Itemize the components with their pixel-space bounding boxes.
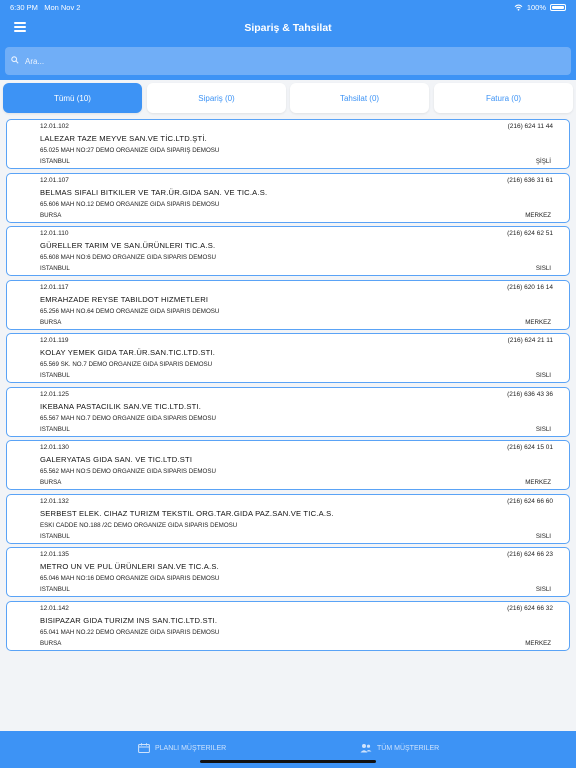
customer-address: 65.025 MAH NO:27 DEMO ORGANIZE GIDA SIPA… (40, 147, 220, 154)
users-icon (360, 744, 372, 753)
customer-code: 12.01.142 (40, 604, 69, 612)
customer-name: SERBEST ELEK. CIHAZ TURIZM TEKSTIL ORG.T… (40, 508, 334, 518)
customer-code: 12.01.102 (40, 123, 69, 130)
app-header: 6:30 PM Mon Nov 2 100% Sipariş & Tahsila… (0, 0, 576, 80)
wifi-icon (514, 4, 523, 11)
all-customers-label: TÜM MÜŞTERILER (377, 744, 440, 752)
tab-invoices[interactable]: Fatura (0) (434, 83, 573, 113)
nav-bar: Sipariş & Tahsilat (0, 14, 576, 42)
customer-code: 12.01.119 (40, 337, 69, 344)
status-time: 6:30 PM (10, 3, 38, 12)
customer-city: ISTANBUL (40, 265, 70, 272)
customer-phone: (216) 636 31 61 (507, 176, 553, 184)
customer-district: SISLI (535, 586, 551, 593)
customer-card[interactable]: 12.01.135 (216) 624 66 23 METRO UN VE PU… (6, 547, 570, 597)
customer-name: GALERYATAS GIDA SAN. VE TIC.LTD.STI (40, 455, 193, 464)
customer-phone: (216) 624 66 32 (507, 604, 553, 612)
customer-code: 12.01.117 (40, 283, 69, 291)
filter-tabs: Tümü (10) Sipariş (0) Tahsilat (0) Fatur… (3, 83, 573, 113)
search-bar[interactable] (5, 47, 571, 75)
customer-card[interactable]: 12.01.119 (216) 624 21 11 KOLAY YEMEK GI… (6, 333, 570, 383)
customer-address: 65.569 SK. NO.7 DEMO ORGANIZE GIDA SIPAR… (40, 361, 213, 368)
customer-phone: (216) 624 66 23 (507, 551, 553, 558)
customer-code: 12.01.110 (40, 230, 69, 237)
home-indicator (200, 760, 376, 763)
customer-city: ISTANBUL (40, 425, 70, 433)
search-icon (11, 56, 19, 64)
customer-district: SISLI (535, 425, 551, 433)
customer-card[interactable]: 12.01.130 (216) 624 15 01 GALERYATAS GID… (6, 440, 570, 490)
all-customers-button[interactable]: TÜM MÜŞTERILER (360, 741, 439, 755)
page-title: Sipariş & Tahsilat (244, 22, 332, 34)
customer-city: BURSA (40, 318, 62, 326)
customer-name: EMRAHZADE REYSE TABILDOT HIZMETLERI (40, 294, 209, 304)
search-input[interactable] (25, 47, 545, 75)
customer-district: SISLI (535, 265, 551, 272)
status-date: Mon Nov 2 (44, 3, 81, 12)
customer-district: SISLI (535, 532, 551, 540)
customer-city: ISTANBUL (40, 372, 70, 379)
customer-card[interactable]: 12.01.107 (216) 636 31 61 BELMAS SIFALI … (6, 172, 570, 223)
customer-district: MERKEZ (525, 479, 551, 486)
customer-phone: (216) 620 16 14 (507, 283, 553, 291)
customer-card[interactable]: 12.01.117 (216) 620 16 14 EMRAHZADE REYS… (6, 279, 570, 330)
customer-code: 12.01.132 (40, 497, 69, 505)
customer-name: KOLAY YEMEK GIDA TAR.ÜR.SAN.TIC.LTD.STI. (40, 348, 216, 357)
customer-address: 65.041 MAH NO.22 DEMO ORGANIZE GIDA SIPA… (40, 628, 220, 636)
customer-code: 12.01.107 (40, 176, 69, 184)
customer-card[interactable]: 12.01.142 (216) 624 66 32 BISIPAZAR GIDA… (6, 600, 570, 651)
customer-district: MERKEZ (525, 211, 551, 219)
battery-percent: 100% (526, 3, 546, 12)
customer-address: 65.046 MAH NO:16 DEMO ORGANIZE GIDA SIPA… (40, 575, 220, 582)
customer-city: ISTANBUL (40, 532, 70, 540)
customer-address: 65.256 MAH NO.64 DEMO ORGANIZE GIDA SIPA… (40, 307, 220, 315)
customer-name: METRO UN VE PUL ÜRÜNLERI SAN.VE TIC.A.S. (40, 562, 219, 571)
customer-phone: (216) 624 11 44 (507, 123, 553, 130)
customer-card[interactable]: 12.01.110 (216) 624 62 51 GÜRELLER TARIM… (6, 226, 570, 276)
customer-code: 12.01.135 (40, 551, 69, 558)
status-bar: 6:30 PM Mon Nov 2 100% (0, 0, 576, 14)
customer-district: SISLI (535, 372, 551, 379)
customer-code: 12.01.125 (40, 390, 69, 398)
customer-address: 65.606 MAH NO.12 DEMO ORGANIZE GIDA SIPA… (40, 200, 220, 208)
customer-address: 65.608 MAH NO:6 DEMO ORGANIZE GIDA SIPAR… (40, 254, 216, 261)
customer-name: GÜRELLER TARIM VE SAN.ÜRÜNLERI TIC.A.S. (40, 241, 216, 250)
tab-collections[interactable]: Tahsilat (0) (290, 83, 429, 113)
customer-city: BURSA (40, 639, 62, 647)
tab-all[interactable]: Tümü (10) (3, 83, 142, 113)
customer-city: BURSA (40, 211, 62, 219)
tab-orders[interactable]: Sipariş (0) (147, 83, 286, 113)
customer-district: MERKEZ (525, 318, 551, 326)
customer-name: LALEZAR TAZE MEYVE SAN.VE TİC.LTD.ŞTİ. (40, 134, 207, 143)
customer-phone: (216) 636 43 36 (507, 390, 553, 398)
planned-customers-label: PLANLI MÜŞTERILER (155, 744, 227, 752)
customer-name: BELMAS SIFALI BITKILER VE TAR.ÜR.GIDA SA… (40, 187, 268, 197)
calendar-icon (138, 743, 150, 753)
customer-phone: (216) 624 62 51 (507, 230, 553, 237)
customer-district: MERKEZ (525, 639, 551, 647)
customer-name: BISIPAZAR GIDA TURIZM INS SAN.TIC.LTD.ST… (40, 615, 218, 625)
customer-card[interactable]: 12.01.132 (216) 624 66 60 SERBEST ELEK. … (6, 493, 570, 544)
customer-card[interactable]: 12.01.125 (216) 636 43 36 IKEBANA PASTAC… (6, 386, 570, 437)
customer-address: ESKI CADDE NO.188 /2C DEMO ORGANIZE GIDA… (40, 521, 238, 529)
customer-address: 65.562 MAH NO:5 DEMO ORGANIZE GIDA SIPAR… (40, 468, 216, 475)
planned-customers-button[interactable]: PLANLI MÜŞTERILER (138, 741, 226, 755)
customer-city: ISTANBUL (40, 158, 70, 165)
bottom-toolbar: PLANLI MÜŞTERILER TÜM MÜŞTERILER (0, 731, 576, 768)
customer-city: BURSA (40, 479, 62, 486)
customer-phone: (216) 624 66 60 (507, 497, 553, 505)
customer-code: 12.01.130 (40, 444, 69, 451)
battery-icon (550, 4, 566, 11)
customer-district: ŞİŞLİ (535, 158, 551, 165)
customer-phone: (216) 624 15 01 (507, 444, 553, 451)
customer-name: IKEBANA PASTACILIK SAN.VE TIC.LTD.STI. (40, 401, 202, 411)
customer-address: 65.567 MAH NO.7 DEMO ORGANIZE GIDA SIPAR… (40, 414, 216, 422)
customer-phone: (216) 624 21 11 (507, 337, 553, 344)
customer-card[interactable]: 12.01.102 (216) 624 11 44 LALEZAR TAZE M… (6, 119, 570, 169)
customer-city: ISTANBUL (40, 586, 70, 593)
